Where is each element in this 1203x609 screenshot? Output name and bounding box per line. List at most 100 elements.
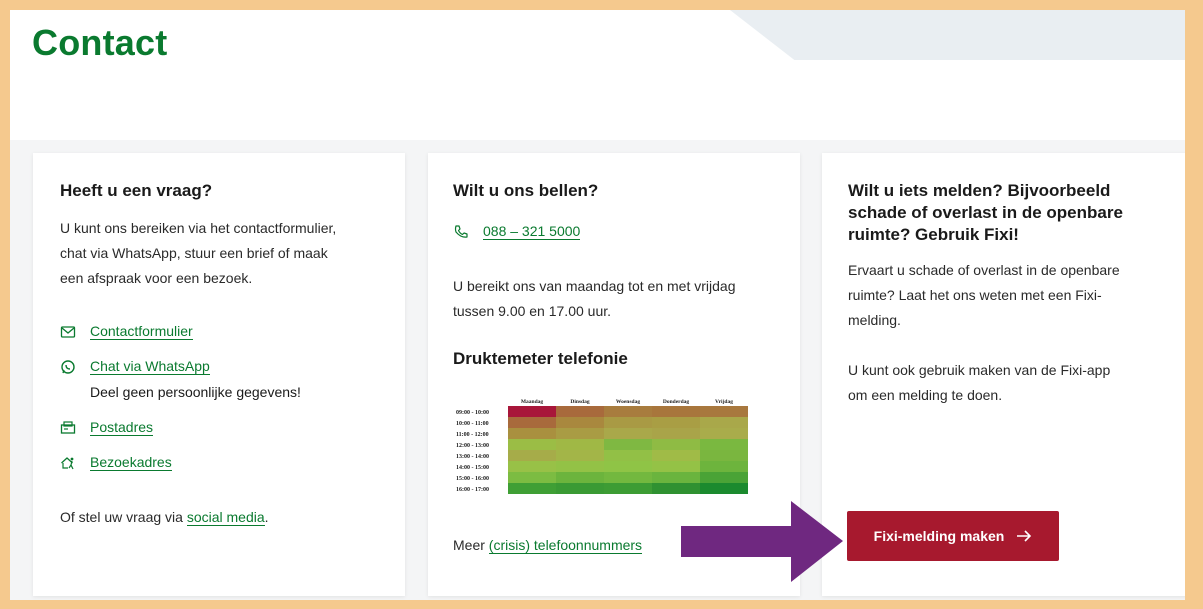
heatmap-cell (700, 428, 748, 439)
heatmap-cell (508, 483, 556, 494)
heatmap-cell (604, 417, 652, 428)
postal-address-link[interactable]: Postadres (90, 419, 154, 436)
heatmap-cell (652, 428, 700, 439)
fixi-report-button-label: Fixi-melding maken (873, 528, 1005, 544)
report-card-title-line: schade of overlast in de openbare (848, 203, 1123, 222)
heatmap-cell (604, 461, 652, 472)
phone-number-link[interactable]: 088 – 321 5000 (483, 223, 581, 240)
heatmap-cell (652, 472, 700, 483)
heatmap-cell (700, 406, 748, 417)
phone-icon (453, 224, 469, 240)
heatmap-cell (508, 406, 556, 417)
visit-icon (60, 455, 76, 471)
heatmap-cell (700, 439, 748, 450)
heatmap-cell (508, 428, 556, 439)
arrow-right-icon (1016, 530, 1032, 542)
social-media-link[interactable]: social media (186, 509, 265, 526)
annotation-arrow (681, 501, 843, 582)
heatmap-column-label: Donderdag (663, 399, 690, 405)
page-title: Contact (32, 22, 168, 63)
heatmap-cell (700, 450, 748, 461)
question-card: Heeft u een vraag? U kunt ons bereiken v… (33, 153, 405, 596)
whatsapp-icon (60, 359, 76, 375)
question-intro-line: een afspraak voor een bezoek. (60, 270, 253, 286)
heatmap-cell (652, 461, 700, 472)
heatmap-cell (652, 483, 700, 494)
mail-icon (60, 324, 76, 340)
heatmap-cell (700, 483, 748, 494)
heatmap-cell (508, 472, 556, 483)
heatmap-cell (556, 461, 604, 472)
heatmap-column-label: Woensdag (616, 399, 640, 405)
more-numbers-line: Meer (crisis) telefoonnummers (453, 533, 643, 558)
question-card-title: Heeft u een vraag? (60, 181, 213, 200)
heatmap-row-label: 09:00 - 10:00 (456, 410, 489, 416)
report-app-line: om een melding te doen. (848, 387, 1003, 403)
heatmap-row-label: 15:00 - 16:00 (456, 476, 489, 482)
report-app-line: U kunt ook gebruik maken van de Fixi-app (848, 362, 1111, 378)
busy-meter-title: Druktemeter telefonie (453, 349, 628, 368)
heatmap-cell (556, 483, 604, 494)
heatmap-cell (556, 439, 604, 450)
heatmap-cell (652, 417, 700, 428)
heatmap-cell (508, 417, 556, 428)
question-intro-line: U kunt ons bereiken via het contactformu… (60, 220, 337, 236)
heatmap-cell (556, 417, 604, 428)
heatmap-cell (508, 439, 556, 450)
heatmap-row-label: 11:00 - 12:00 (456, 432, 489, 438)
phone-card-title: Wilt u ons bellen? (453, 181, 599, 200)
report-card: Wilt u iets melden? Bijvoorbeeld schade … (822, 153, 1185, 596)
heatmap-column-label: Dinsdag (570, 399, 590, 405)
heatmap-cell (700, 417, 748, 428)
social-media-prefix: Of stel uw vraag via (60, 509, 187, 525)
contact-form-link-row: Contactformulier (60, 323, 193, 340)
annotation-arrow-shape (681, 501, 843, 582)
report-body-line: ruimte? Laat het ons weten met een Fixi- (848, 287, 1102, 303)
fixi-report-button[interactable]: Fixi-melding maken (847, 511, 1059, 561)
whatsapp-link-row: Chat via WhatsApp (60, 358, 210, 375)
heatmap-cell (508, 461, 556, 472)
whatsapp-link[interactable]: Chat via WhatsApp (90, 358, 210, 375)
heatmap-cell (604, 406, 652, 417)
busy-meter-heatmap: Maandag Dinsdag Woensdag Donderdag Vrijdag 09… (456, 396, 748, 496)
page-frame: Contact Heeft u een vraag? U kunt ons be… (10, 10, 1185, 600)
heatmap-cell (652, 450, 700, 461)
question-intro-line: chat via WhatsApp, stuur een brief of ma… (60, 245, 328, 261)
phone-number-row: 088 – 321 5000 (453, 223, 581, 240)
mailbox-icon (60, 420, 76, 436)
whatsapp-note: Deel geen persoonlijke gegevens! (90, 384, 301, 400)
contact-form-link[interactable]: Contactformulier (90, 323, 193, 340)
heatmap-row-label: 12:00 - 13:00 (456, 443, 489, 449)
social-media-line: Of stel uw vraag via social media. (60, 505, 269, 530)
social-media-suffix: . (264, 509, 269, 525)
header-decoration (730, 10, 1185, 60)
heatmap-row-label: 13:00 - 14:00 (456, 454, 489, 460)
visit-address-link-row: Bezoekadres (60, 454, 172, 471)
heatmap-column-label: Vrijdag (715, 399, 733, 405)
heatmap-column-label: Maandag (521, 399, 544, 405)
crisis-numbers-link[interactable]: (crisis) telefoonnummers (488, 537, 643, 554)
visit-address-link[interactable]: Bezoekadres (90, 454, 172, 471)
heatmap-cell (556, 428, 604, 439)
heatmap-cell (652, 406, 700, 417)
heatmap-cell (652, 439, 700, 450)
heatmap-cell (556, 450, 604, 461)
phone-hours-line: tussen 9.00 en 17.00 uur. (453, 303, 612, 319)
heatmap-cell (604, 450, 652, 461)
report-card-title-line: Wilt u iets melden? Bijvoorbeeld (848, 181, 1111, 200)
heatmap-cell (700, 472, 748, 483)
heatmap-cell (604, 483, 652, 494)
heatmap-row-label: 10:00 - 11:00 (456, 421, 489, 427)
heatmap-cell (700, 461, 748, 472)
heatmap-cell (556, 472, 604, 483)
report-body-line: Ervaart u schade of overlast in de openb… (848, 262, 1120, 278)
more-numbers-prefix: Meer (453, 537, 489, 553)
phone-hours-line: U bereikt ons van maandag tot en met vri… (453, 278, 736, 294)
report-body-line: melding. (848, 312, 901, 328)
heatmap-cell (604, 439, 652, 450)
heatmap-svg: Maandag Dinsdag Woensdag Donderdag Vrijdag 09… (456, 399, 748, 494)
postal-address-link-row: Postadres (60, 419, 154, 436)
heatmap-cell (556, 406, 604, 417)
report-card-title-line: ruimte? Gebruik Fixi! (848, 225, 1019, 244)
heatmap-cell (604, 472, 652, 483)
